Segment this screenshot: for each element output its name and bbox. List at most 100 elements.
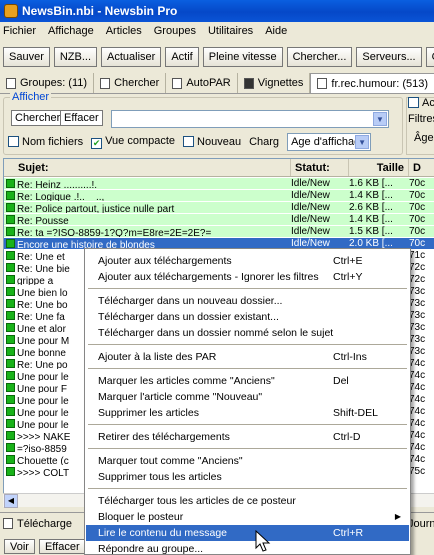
row-date: 73c — [409, 322, 426, 333]
tab-groupes[interactable]: Groupes: (11) — [0, 73, 95, 93]
document-icon — [100, 77, 111, 89]
context-menu-item[interactable]: Ajouter aux téléchargements Ctrl+E — [86, 253, 409, 269]
context-menu-item[interactable]: Marquer les articles comme "Anciens" Del — [86, 373, 409, 389]
toolbar-g-button[interactable]: G — [425, 47, 434, 67]
row-size: 1.6 KB [... — [349, 178, 393, 189]
servers-button[interactable]: Serveurs... — [356, 47, 422, 67]
new-checkbox[interactable]: Nouveau — [183, 136, 241, 148]
context-menu-item[interactable]: Marquer l'article comme "Nouveau" — [86, 389, 409, 405]
search-filter-button[interactable]: Chercher — [11, 110, 65, 126]
context-menu-item[interactable]: Lire le contenu du message Ctrl+R — [86, 525, 409, 541]
menu-utilitaires[interactable]: Utilitaires — [208, 25, 253, 37]
context-menu-item[interactable]: Télécharger dans un nouveau dossier... — [86, 293, 409, 309]
tab-label: Groupes: (11) — [20, 77, 88, 89]
context-menu-item[interactable]: Supprimer tous les articles — [86, 469, 409, 485]
row-subject: Re: Pousse — [17, 216, 69, 225]
menu-item-label: Ajouter à la liste des PAR — [98, 351, 217, 363]
window-title: NewsBin.nbi - Newsbin Pro — [22, 4, 178, 18]
refresh-button[interactable]: Actualiser — [101, 47, 162, 67]
checkbox-icon — [183, 136, 195, 147]
age-select[interactable]: Age d'affichage ▼ — [287, 133, 372, 151]
document-icon — [172, 77, 183, 89]
row-size: 1.5 KB [... — [349, 226, 393, 237]
chevron-down-icon[interactable]: ▼ — [373, 112, 387, 126]
tab-vignettes[interactable]: Vignettes — [238, 73, 311, 93]
active-button[interactable]: Actif — [165, 47, 199, 67]
tab-chercher[interactable]: Chercher — [94, 73, 167, 93]
menu-item-shortcut: Ctrl+Y — [333, 271, 363, 283]
compact-view-checkbox[interactable]: ✔ Vue compacte — [91, 135, 175, 149]
column-subject[interactable]: Sujet: — [4, 159, 291, 176]
status-square-icon — [6, 179, 15, 188]
filenames-checkbox[interactable]: Nom fichiers — [8, 136, 83, 148]
menu-item-label: Répondre au groupe... — [98, 543, 204, 555]
context-menu-item[interactable]: Télécharger tous les articles de ce post… — [86, 493, 409, 509]
status-square-icon — [6, 383, 15, 392]
table-row[interactable]: Re: Heinz ..........!. Idle/New 1.6 KB [..… — [4, 178, 434, 189]
tab-label: Vignettes — [257, 77, 304, 89]
menu-fichier[interactable]: Fichier — [3, 25, 36, 37]
menu-bar: Fichier Affichage Articles Groupes Utili… — [0, 22, 434, 40]
status-square-icon — [6, 215, 15, 224]
status-square-icon — [6, 203, 15, 212]
row-date: 70c — [409, 178, 426, 189]
tab-autopar[interactable]: AutoPAR — [166, 73, 238, 93]
menu-affichage[interactable]: Affichage — [48, 25, 94, 37]
context-menu-item[interactable]: Retirer des téléchargements Ctrl-D — [86, 429, 409, 445]
view-button[interactable]: Voir — [4, 539, 35, 554]
context-menu-item[interactable]: Supprimer les articles Shift-DEL — [86, 405, 409, 421]
status-square-icon — [6, 359, 15, 368]
filter-options: Nom fichiers ✔ Vue compacte Nouveau Charg… — [8, 133, 372, 151]
table-row[interactable]: Re: Logique .!.. _ .., Idle/New 1.4 KB [..… — [4, 190, 434, 201]
title-bar: NewsBin.nbi - Newsbin Pro — [0, 0, 434, 22]
row-size: 1.4 KB [... — [349, 214, 393, 225]
full-speed-button[interactable]: Pleine vitesse — [202, 47, 283, 67]
row-subject: Une pour le — [17, 372, 69, 381]
downloads-tab[interactable]: Télécharge — [17, 518, 72, 530]
menu-item-label: Télécharger dans un dossier existant... — [98, 311, 279, 323]
context-menu-item[interactable]: Télécharger dans un dossier nommé selon … — [86, 325, 409, 341]
context-menu-item[interactable]: Répondre au groupe... — [86, 541, 409, 555]
row-date: 72c — [409, 274, 426, 285]
tab-fr-rec-humour[interactable]: fr.rec.humour: (513) — [310, 73, 434, 93]
menu-articles[interactable]: Articles — [106, 25, 142, 37]
context-menu-item[interactable]: Ajouter aux téléchargements - Ignorer le… — [86, 269, 409, 285]
column-size[interactable]: Taille — [349, 159, 409, 176]
row-date: 73c — [409, 346, 426, 357]
save-button[interactable]: Sauver — [3, 47, 50, 67]
journal-tab[interactable]: Journ — [408, 518, 434, 530]
context-menu-item[interactable]: Marquer tout comme "Anciens" — [86, 453, 409, 469]
tab-label: fr.rec.humour: (513) — [331, 77, 429, 90]
submenu-arrow-icon: ▶ — [394, 512, 401, 521]
chevron-down-icon[interactable]: ▼ — [355, 135, 370, 149]
status-square-icon — [6, 275, 15, 284]
menu-aide[interactable]: Aide — [265, 25, 287, 37]
table-row[interactable]: Re: ta =?ISO-8859-1?Q?m=E8re=2E=2E?= Idle… — [4, 226, 434, 237]
search-input[interactable]: ▼ — [111, 110, 389, 128]
clear-filter-button[interactable]: Effacer — [60, 110, 103, 126]
column-date[interactable]: D — [409, 159, 434, 176]
context-menu-item[interactable]: Bloquer le posteur ▶ — [86, 509, 409, 525]
status-square-icon — [6, 299, 15, 308]
filenames-label: Nom fichiers — [22, 136, 84, 148]
menu-item-label: Bloquer le posteur — [98, 511, 184, 523]
active-checkbox[interactable]: Act — [408, 97, 434, 109]
row-subject: Chouette (c — [17, 456, 69, 465]
menu-item-label: Télécharger dans un nouveau dossier... — [98, 295, 283, 307]
scroll-left-icon[interactable]: ◀ — [4, 494, 18, 508]
clear-button[interactable]: Effacer — [38, 539, 86, 554]
context-menu-item[interactable]: Ajouter à la liste des PAR Ctrl-Ins — [86, 349, 409, 365]
filter-title: Afficher — [10, 91, 52, 103]
search-button[interactable]: Chercher... — [286, 47, 353, 67]
row-date: 75c — [409, 466, 426, 477]
table-row[interactable]: Re: Pousse Idle/New 1.4 KB [... 70c — [4, 214, 434, 225]
menu-groupes[interactable]: Groupes — [154, 25, 196, 37]
row-date: 73c — [409, 310, 426, 321]
nzb-button[interactable]: NZB... — [53, 47, 98, 67]
table-row[interactable]: Re: Police partout, justice nulle part Id… — [4, 202, 434, 213]
context-menu-item[interactable]: Télécharger dans un dossier existant... — [86, 309, 409, 325]
column-status[interactable]: Statut: — [291, 159, 349, 176]
row-size: 1.4 KB [... — [349, 190, 393, 201]
status-square-icon — [6, 431, 15, 440]
row-subject: Une pour le — [17, 420, 69, 429]
